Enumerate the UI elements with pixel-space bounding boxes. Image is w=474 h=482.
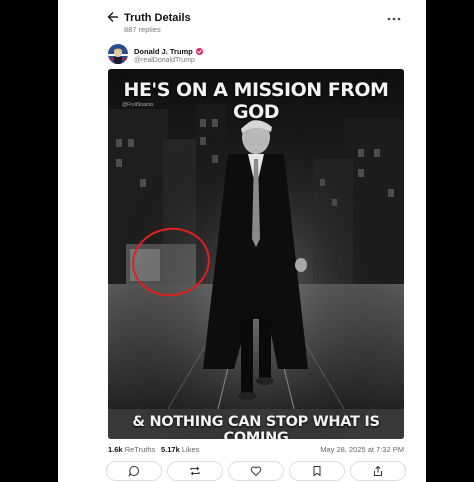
page-title: Truth Details (124, 12, 191, 24)
bookmark-icon (313, 466, 321, 477)
verified-badge-icon (195, 48, 203, 55)
image-headline-top: HE'S ON A MISSION FROM GOD (123, 79, 389, 123)
author-name-text[interactable]: Donald J. Trump (134, 47, 193, 56)
author-handle[interactable]: @realDonaldTrump (134, 57, 195, 64)
image-headline-bottom: & NOTHING CAN STOP WHAT IS COMING (132, 414, 380, 439)
heart-icon (250, 466, 262, 477)
retruths-count: 1.6k (108, 445, 123, 454)
likes-stat[interactable]: 5.17k Likes (161, 445, 199, 454)
retruth-button[interactable] (167, 461, 223, 481)
likes-count: 5.17k (161, 445, 180, 454)
retruths-label: ReTruths (124, 445, 156, 454)
comment-icon (128, 465, 139, 477)
header: Truth Details 887 replies (58, 0, 426, 40)
back-arrow-icon[interactable] (107, 11, 121, 25)
likes-label: Likes (181, 445, 200, 454)
post-stats: 1.6k ReTruths 5.17k Likes May 28, 2025 a… (108, 445, 404, 457)
post-date: May 28, 2025 at 7:32 PM (320, 445, 404, 454)
more-options-icon[interactable] (386, 12, 402, 24)
action-bar (106, 461, 406, 481)
retruth-icon (190, 466, 200, 476)
post-image[interactable]: HE'S ON A MISSION FROM GOD @FruitSnacks … (108, 69, 404, 439)
bookmark-button[interactable] (289, 461, 345, 481)
share-icon (374, 465, 382, 476)
share-button[interactable] (350, 461, 406, 481)
reply-button[interactable] (106, 461, 162, 481)
author-name[interactable]: Donald J. Trump (134, 47, 203, 56)
street-scene-illustration (108, 69, 404, 439)
truth-details-panel: Truth Details 887 replies Donald J. Trum… (58, 0, 426, 482)
like-button[interactable] (228, 461, 284, 481)
image-watermark: @FruitSnacks (122, 102, 154, 108)
avatar[interactable] (108, 44, 128, 64)
retruths-stat[interactable]: 1.6k ReTruths (108, 445, 155, 454)
reply-count: 887 replies (124, 25, 161, 34)
